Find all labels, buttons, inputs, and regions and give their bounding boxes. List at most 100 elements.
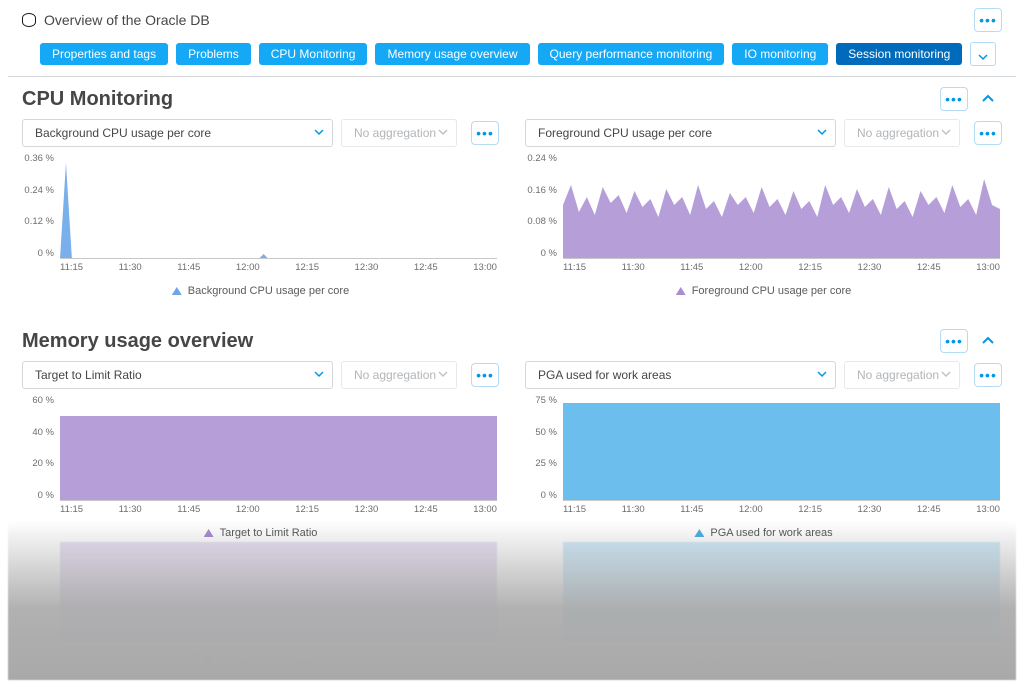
- chart-fg-cpu-menu-button[interactable]: •••: [974, 121, 1002, 145]
- agg-label: No aggregation: [354, 126, 438, 140]
- chevron-down-icon: [817, 366, 827, 384]
- section-cpu: CPU Monitoring ••• Background CPU usage …: [8, 77, 1016, 301]
- chart-target-limit-top: Target to Limit Ratio No aggregation •••: [22, 361, 499, 389]
- chart-pga-agg-selector[interactable]: No aggregation: [844, 361, 960, 389]
- chart-pga-top: PGA used for work areas No aggregation •…: [525, 361, 1002, 389]
- chart-bg-cpu-legend: Background CPU usage per core: [22, 285, 499, 297]
- dots-icon: •••: [476, 125, 494, 141]
- chevron-up-icon: [981, 334, 995, 348]
- plot-area[interactable]: [60, 399, 497, 501]
- page-menu-button[interactable]: •••: [974, 8, 1002, 32]
- chart-selector-label: Background CPU usage per core: [35, 126, 314, 140]
- section-head-cpu: CPU Monitoring •••: [22, 87, 1002, 111]
- chevron-down-icon: [438, 366, 448, 384]
- dots-icon: •••: [945, 91, 963, 107]
- x-axis-line: [563, 258, 1000, 259]
- section-cpu-collapse-button[interactable]: [974, 87, 1002, 111]
- tab-problems[interactable]: Problems: [176, 43, 251, 65]
- legend-swatch-icon: [694, 529, 704, 537]
- chart-fg-cpu-selector[interactable]: Foreground CPU usage per core: [525, 119, 836, 147]
- chart-target-limit: Target to Limit Ratio No aggregation •••: [22, 361, 499, 539]
- chart-target-limit-legend: Target to Limit Ratio: [22, 527, 499, 539]
- section-title-cpu: CPU Monitoring: [22, 88, 934, 111]
- chart-fg-cpu-legend: Foreground CPU usage per core: [525, 285, 1002, 297]
- section-cpu-menu-button[interactable]: •••: [940, 87, 968, 111]
- y-axis-labels: 75 % 50 % 25 % 0 %: [525, 395, 561, 501]
- chevron-down-icon: [314, 124, 324, 142]
- tab-session-monitoring[interactable]: Session monitoring: [836, 43, 962, 65]
- agg-label: No aggregation: [857, 368, 941, 382]
- x-axis-line: [60, 258, 497, 259]
- legend-label: PGA used for work areas: [710, 527, 832, 539]
- chart-pga: PGA used for work areas No aggregation •…: [525, 361, 1002, 539]
- plot-area[interactable]: [563, 399, 1000, 501]
- legend-label: Target to Limit Ratio: [220, 527, 318, 539]
- cpu-charts-row: Background CPU usage per core No aggrega…: [22, 119, 1002, 297]
- chart-pga-legend: PGA used for work areas: [525, 527, 1002, 539]
- reflection-decoration: Target to Limit Ratio 11:15 11:30 11:45 …: [8, 520, 1016, 680]
- legend-swatch-icon: [676, 287, 686, 295]
- tab-query-performance[interactable]: Query performance monitoring: [538, 43, 725, 65]
- legend-label: Foreground CPU usage per core: [692, 285, 852, 297]
- chart-target-limit-menu-button[interactable]: •••: [471, 363, 499, 387]
- chart-selector-label: PGA used for work areas: [538, 368, 817, 382]
- memory-charts-row: Target to Limit Ratio No aggregation •••: [22, 361, 1002, 539]
- chart-fg-cpu-body: 0.24 % 0.16 % 0.08 % 0 % 11:15 11:30: [525, 153, 1002, 273]
- chart-fg-cpu-agg-selector[interactable]: No aggregation: [844, 119, 960, 147]
- x-axis-line: [563, 500, 1000, 501]
- chevron-down-icon: [817, 124, 827, 142]
- chart-bg-cpu: Background CPU usage per core No aggrega…: [22, 119, 499, 297]
- y-axis-labels: 0.36 % 0.24 % 0.12 % 0 %: [22, 153, 58, 259]
- y-axis-labels: 60 % 40 % 20 % 0 %: [22, 395, 58, 501]
- chart-fg-cpu: Foreground CPU usage per core No aggrega…: [525, 119, 1002, 297]
- chart-pga-body: 75 % 50 % 25 % 0 % 11:15 11:30 1: [525, 395, 1002, 515]
- x-axis-labels: 11:15 11:30 11:45 12:00 12:15 12:30 12:4…: [60, 504, 497, 515]
- chart-bg-cpu-agg-selector[interactable]: No aggregation: [341, 119, 457, 147]
- chart-target-limit-selector[interactable]: Target to Limit Ratio: [22, 361, 333, 389]
- chart-pga-selector[interactable]: PGA used for work areas: [525, 361, 836, 389]
- chart-pga-menu-button[interactable]: •••: [974, 363, 1002, 387]
- oracle-icon: [22, 13, 36, 27]
- chevron-down-icon: [941, 124, 951, 142]
- chart-bg-cpu-menu-button[interactable]: •••: [471, 121, 499, 145]
- tab-io-monitoring[interactable]: IO monitoring: [732, 43, 828, 65]
- plot-area[interactable]: [60, 157, 497, 259]
- chart-fg-cpu-top: Foreground CPU usage per core No aggrega…: [525, 119, 1002, 147]
- x-axis-line: [60, 500, 497, 501]
- legend-swatch-icon: [204, 529, 214, 537]
- agg-label: No aggregation: [857, 126, 941, 140]
- chart-selector-label: Foreground CPU usage per core: [538, 126, 817, 140]
- chevron-down-icon: [941, 366, 951, 384]
- chevron-up-icon: [981, 92, 995, 106]
- tabs-row: Properties and tags Problems CPU Monitor…: [8, 38, 1016, 77]
- dashboard-window: Overview of the Oracle DB ••• Properties…: [8, 0, 1016, 543]
- tabs-overflow-button[interactable]: [970, 42, 996, 66]
- page-title: Overview of the Oracle DB: [44, 12, 968, 28]
- dots-icon: •••: [476, 367, 494, 383]
- chart-target-limit-body: 60 % 40 % 20 % 0 % 11:15 11:30 1: [22, 395, 499, 515]
- tab-properties[interactable]: Properties and tags: [40, 43, 168, 65]
- dots-icon: •••: [979, 12, 997, 28]
- agg-label: No aggregation: [354, 368, 438, 382]
- section-memory-menu-button[interactable]: •••: [940, 329, 968, 353]
- dots-icon: •••: [979, 367, 997, 383]
- legend-swatch-icon: [172, 287, 182, 295]
- section-head-memory: Memory usage overview •••: [22, 329, 1002, 353]
- x-axis-labels: 11:15 11:30 11:45 12:00 12:15 12:30 12:4…: [563, 262, 1000, 273]
- section-memory-collapse-button[interactable]: [974, 329, 1002, 353]
- chevron-down-icon: [978, 49, 988, 59]
- y-axis-labels: 0.24 % 0.16 % 0.08 % 0 %: [525, 153, 561, 259]
- dots-icon: •••: [979, 125, 997, 141]
- chart-selector-label: Target to Limit Ratio: [35, 368, 314, 382]
- chevron-down-icon: [438, 124, 448, 142]
- plot-area[interactable]: [563, 157, 1000, 259]
- x-axis-labels: 11:15 11:30 11:45 12:00 12:15 12:30 12:4…: [60, 262, 497, 273]
- title-bar: Overview of the Oracle DB •••: [8, 4, 1016, 38]
- chart-bg-cpu-top: Background CPU usage per core No aggrega…: [22, 119, 499, 147]
- tab-memory-usage[interactable]: Memory usage overview: [375, 43, 529, 65]
- tab-cpu-monitoring[interactable]: CPU Monitoring: [259, 43, 368, 65]
- chart-bg-cpu-selector[interactable]: Background CPU usage per core: [22, 119, 333, 147]
- chevron-down-icon: [314, 366, 324, 384]
- chart-bg-cpu-body: 0.36 % 0.24 % 0.12 % 0 % 11:15 11:30: [22, 153, 499, 273]
- chart-target-limit-agg-selector[interactable]: No aggregation: [341, 361, 457, 389]
